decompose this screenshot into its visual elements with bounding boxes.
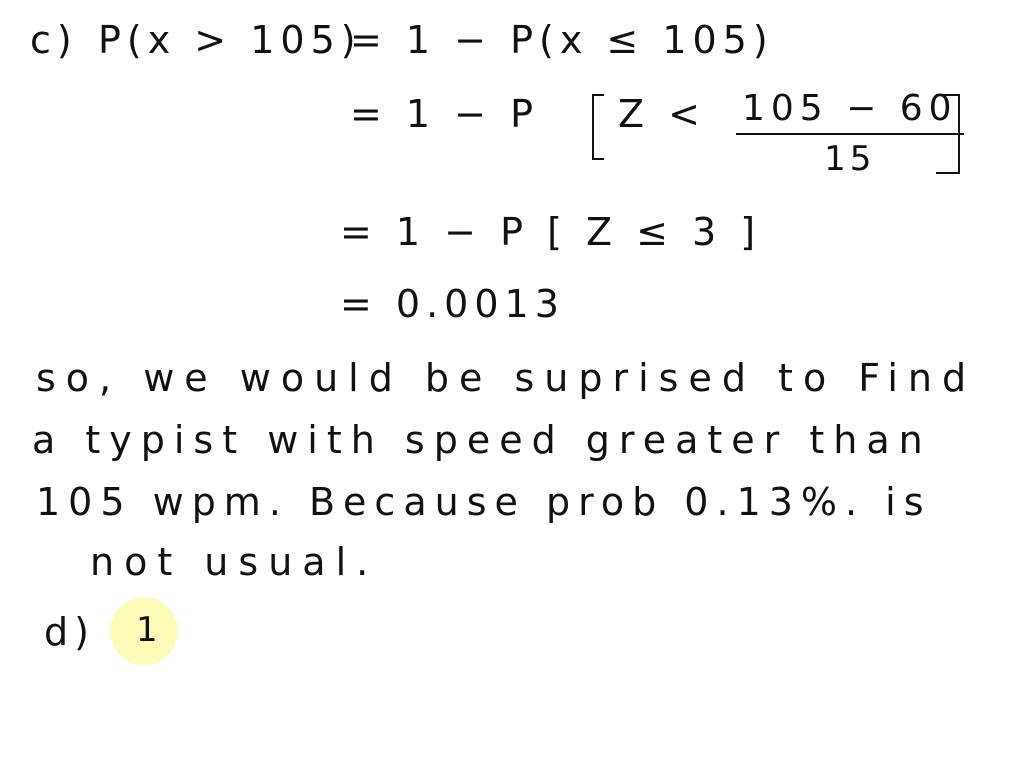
- part-d-partial-text: 1: [136, 610, 158, 650]
- conclusion-line-3: 105 wpm. Because prob 0.13%. is: [36, 480, 932, 524]
- equation-result: = 0.0013: [340, 282, 565, 326]
- equation-line-1: = 1 − P(x ≤ 105): [350, 18, 774, 62]
- part-c-label: c): [30, 18, 78, 62]
- conclusion-line-1: so, we would be suprised to Find: [36, 356, 977, 400]
- z-score-fraction: 105 − 60 15: [736, 88, 964, 179]
- equation-lhs: P(x > 105): [98, 18, 362, 62]
- left-bracket: [592, 94, 604, 160]
- conclusion-line-4: not usual.: [90, 540, 379, 584]
- equation-line-2-prefix: = 1 − P: [350, 92, 540, 136]
- fraction-numerator: 105 − 60: [736, 88, 964, 135]
- fraction-denominator: 15: [824, 139, 876, 179]
- equation-line-3: = 1 − P [ Z ≤ 3 ]: [340, 210, 762, 254]
- equation-line-2-z: Z <: [618, 92, 706, 136]
- right-bracket: [936, 94, 960, 174]
- conclusion-line-2: a typist with speed greater than: [32, 418, 932, 462]
- part-d-label: d): [44, 610, 95, 654]
